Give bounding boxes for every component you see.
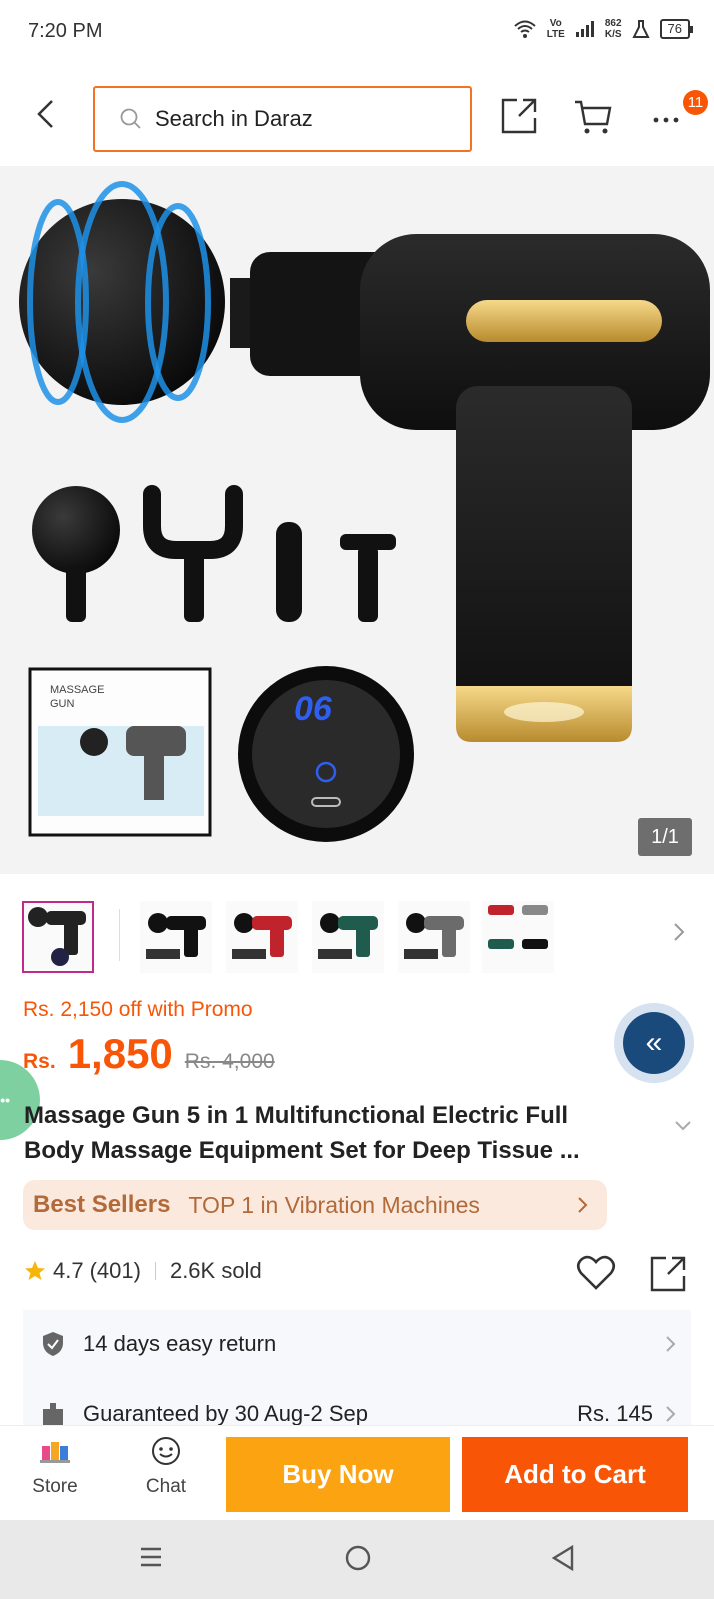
rating-score: 4.7 — [53, 1258, 84, 1283]
add-to-cart-button[interactable]: Add to Cart — [462, 1437, 688, 1512]
search-icon — [120, 108, 141, 129]
search-input[interactable]: Search in Daraz — [93, 86, 472, 152]
delivery-price: Rs. 145 — [577, 1401, 653, 1426]
rating-separator — [154, 1262, 156, 1280]
double-chevron-left-icon: « — [623, 1012, 685, 1074]
display-readout: 06 — [294, 690, 332, 728]
store-button[interactable]: Store — [10, 1436, 100, 1498]
search-placeholder: Search in Daraz — [155, 106, 313, 131]
thumbnail-black-set[interactable] — [22, 901, 94, 973]
rating-count: (401) — [89, 1258, 141, 1283]
status-time: 7:20 PM — [28, 20, 103, 42]
chevron-right-icon — [666, 1406, 676, 1422]
back-arrow-icon[interactable] — [30, 97, 64, 131]
best-seller-banner[interactable]: Best Sellers TOP 1 in Vibration Machines — [23, 1180, 607, 1230]
best-sellers-logo: Best Sellers — [33, 1191, 171, 1218]
chevron-right-icon[interactable] — [672, 921, 686, 943]
battery-icon: 76 — [659, 19, 694, 39]
back-triangle-icon[interactable] — [550, 1544, 576, 1572]
thumbnail-black[interactable] — [140, 901, 212, 973]
system-nav-bar — [0, 1520, 714, 1599]
product-title: Massage Gun 5 in 1 Multifunctional Elect… — [24, 1102, 580, 1164]
share-icon[interactable] — [499, 96, 539, 136]
return-label: 14 days easy return — [83, 1331, 277, 1356]
promo-text: Rs. 2,150 off with Promo — [23, 998, 253, 1021]
star-icon — [25, 1261, 45, 1280]
buy-now-button[interactable]: Buy Now — [226, 1437, 450, 1512]
store-icon — [40, 1442, 70, 1463]
return-policy-row[interactable]: 14 days easy return — [23, 1316, 691, 1372]
chevron-down-icon[interactable] — [674, 1120, 692, 1132]
thumbnail-strip — [0, 895, 714, 981]
chat-label: Chat — [145, 1476, 187, 1497]
sold-count: 2.6K sold — [169, 1258, 262, 1283]
flask-icon — [631, 20, 650, 38]
network-type: Vo LTE — [546, 18, 565, 40]
status-bar: 7:20 PM Vo LTE 862 K/S 76 — [0, 0, 714, 62]
original-price: Rs. 4,000 — [184, 1050, 275, 1073]
thumbnail-multi-color[interactable] — [482, 901, 554, 973]
more-dots-icon: •• — [0, 1092, 10, 1108]
network-speed: 862 K/S — [604, 18, 622, 40]
bottom-action-bar: Store Chat Buy Now Add to Cart — [0, 1425, 714, 1520]
store-label: Store — [32, 1476, 78, 1497]
image-counter: 1/1 — [638, 818, 692, 856]
notification-badge: 11 — [683, 90, 708, 115]
chevron-right-icon — [578, 1197, 588, 1213]
massage-gun-illustration — [19, 181, 710, 842]
box-label: MASSAGE GUN — [50, 684, 105, 710]
thumbnail-green[interactable] — [312, 901, 384, 973]
collapse-float-button[interactable]: « — [614, 1003, 694, 1083]
delivery-icon — [43, 1403, 63, 1425]
rating-row[interactable]: 4.7 (401) 2.6K sold — [23, 1258, 262, 1284]
wifi-icon — [514, 20, 536, 38]
cart-icon[interactable] — [573, 96, 613, 136]
service-info: 14 days easy return Guaranteed by 30 Aug… — [23, 1310, 691, 1430]
chat-button[interactable]: Chat — [121, 1436, 211, 1498]
heart-icon[interactable] — [576, 1254, 616, 1292]
price-row: Rs. 1,850 Rs. 4,000 — [23, 1030, 275, 1078]
thumbnail-grey[interactable] — [398, 901, 470, 973]
top-nav: Search in Daraz 11 — [0, 62, 714, 166]
chat-icon — [152, 1437, 180, 1465]
delivery-label: Guaranteed by 30 Aug-2 Sep — [83, 1401, 368, 1426]
thumbnail-red[interactable] — [226, 901, 298, 973]
product-image[interactable]: MASSAGE GUN 06 — [0, 166, 714, 874]
more-icon[interactable] — [648, 96, 688, 136]
chevron-right-icon — [666, 1336, 676, 1352]
price-value: 1,850 — [67, 1030, 173, 1077]
signal-icon — [575, 21, 594, 37]
best-seller-text: TOP 1 in Vibration Machines — [188, 1191, 480, 1218]
share-icon[interactable] — [648, 1254, 688, 1294]
menu-icon[interactable] — [138, 1544, 164, 1570]
shield-check-icon — [43, 1332, 63, 1356]
status-icons: Vo LTE 862 K/S 76 — [513, 18, 694, 40]
home-icon[interactable] — [344, 1544, 372, 1572]
thumbnail-divider — [119, 909, 120, 961]
